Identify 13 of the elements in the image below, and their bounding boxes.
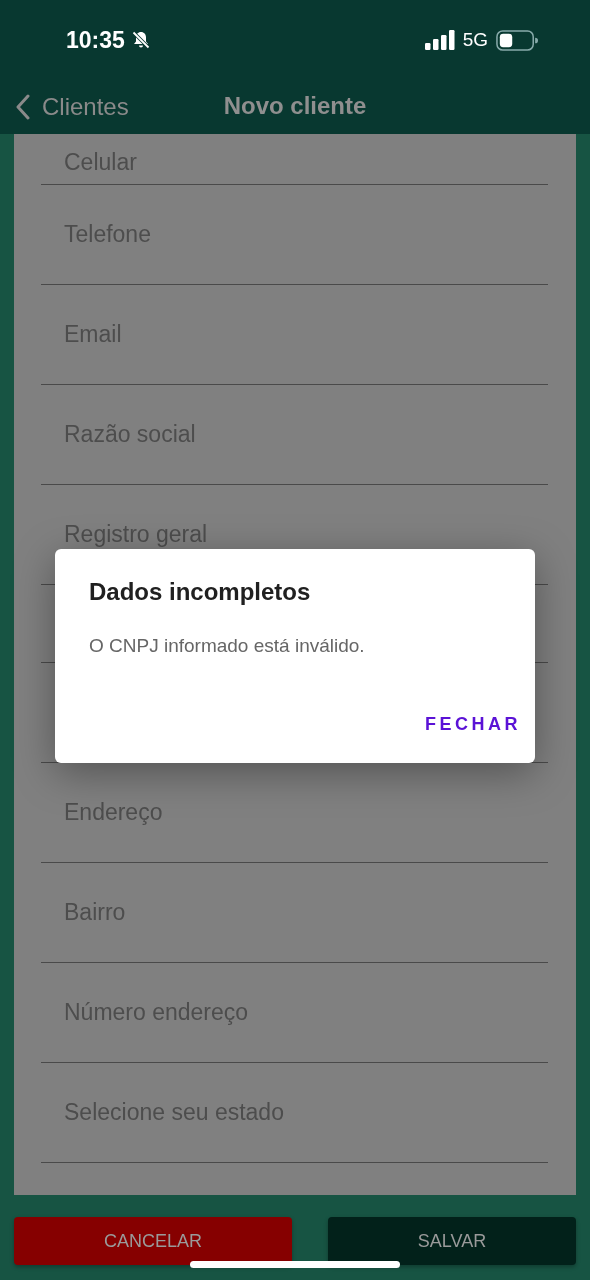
save-button[interactable]: SALVAR bbox=[328, 1217, 576, 1265]
screen-title: Novo cliente bbox=[223, 92, 367, 120]
chevron-left-icon bbox=[16, 94, 30, 120]
close-button[interactable]: FECHAR bbox=[425, 710, 521, 739]
battery-icon bbox=[496, 29, 538, 51]
signal-icon bbox=[424, 30, 455, 50]
dialog-message: O CNPJ informado está inválido. bbox=[89, 635, 366, 657]
back-button[interactable]: Clientes bbox=[16, 93, 129, 121]
cancel-button[interactable]: CANCELAR bbox=[14, 1217, 292, 1265]
network-label: 5G bbox=[462, 29, 488, 51]
clock-time: 10:35 bbox=[66, 26, 125, 54]
muted-bell-icon bbox=[130, 30, 151, 50]
dialog-title: Dados incompletos bbox=[89, 578, 312, 606]
